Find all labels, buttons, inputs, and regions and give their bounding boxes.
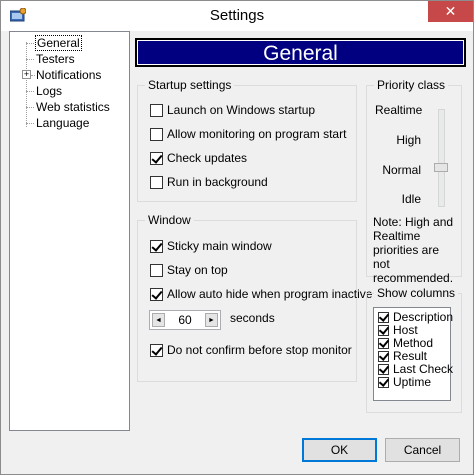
tree-item-label: Language: [36, 116, 90, 130]
checkbox-box[interactable]: [378, 364, 389, 375]
checkbox-label: Sticky main window: [167, 239, 272, 253]
arrow-left-icon: ◄: [155, 317, 162, 324]
checkbox-box[interactable]: [378, 377, 389, 388]
tree-connector: [26, 43, 34, 44]
tree-item-general[interactable]: General: [35, 35, 82, 51]
page-title: General: [263, 42, 338, 65]
page-header: General: [135, 38, 466, 67]
ok-button[interactable]: OK: [302, 438, 377, 462]
checkbox-box[interactable]: [378, 338, 389, 349]
priority-note: Note: High and Realtime priorities are n…: [373, 215, 454, 285]
decrement-button[interactable]: ◄: [152, 313, 165, 327]
group-title: Priority class: [374, 78, 449, 93]
tree-connector: [26, 42, 27, 127]
checkbox-label: Allow monitoring on program start: [167, 127, 347, 141]
priority-normal-label: Normal: [382, 163, 421, 177]
group-title: Show columns: [374, 286, 459, 301]
checkbox-box[interactable]: [150, 240, 163, 253]
checkbox-label: Check updates: [167, 151, 248, 165]
checkbox-box[interactable]: [378, 351, 389, 362]
checkbox-box[interactable]: [150, 128, 163, 141]
window-settings-group: Window Sticky main window Stay on top Al…: [137, 213, 372, 382]
cancel-button[interactable]: Cancel: [385, 438, 460, 462]
priority-slider-thumb[interactable]: [434, 163, 448, 172]
priority-idle-label: Idle: [401, 192, 421, 206]
checkbox-box[interactable]: [150, 176, 163, 189]
close-icon: ✕: [444, 3, 457, 19]
tree-item-label: Web statistics: [36, 100, 110, 114]
columns-list[interactable]: Description Host Method Result Last Chec…: [373, 307, 453, 401]
checkbox-box[interactable]: [150, 288, 163, 301]
increment-button[interactable]: ►: [205, 313, 218, 327]
checkbox-label: Run in background: [167, 175, 268, 189]
tree-item-logs[interactable]: Logs: [36, 84, 62, 99]
seconds-unit-label: seconds: [230, 311, 275, 325]
tree-connector: [31, 75, 35, 76]
tree-item-label: Logs: [36, 84, 63, 98]
checkbox-box[interactable]: [378, 312, 389, 323]
settings-tree[interactable]: + General Testers Notifications Logs Web…: [9, 31, 130, 431]
priority-slider-track[interactable]: [438, 109, 445, 207]
tree-item-label: General: [35, 35, 82, 51]
checkbox-box[interactable]: [378, 325, 389, 336]
startup-settings-group: Startup settings Launch on Windows start…: [137, 78, 357, 202]
tree-item-label: Testers: [36, 52, 75, 66]
checkbox-label: Do not confirm before stop monitor: [167, 343, 352, 357]
group-title: Window: [145, 213, 194, 228]
settings-window: Settings ✕ + General Testers Notificatio…: [0, 0, 474, 475]
window-title: Settings: [209, 7, 265, 24]
checkbox-box[interactable]: [150, 264, 163, 277]
arrow-right-icon: ►: [208, 317, 215, 324]
checkbox-label: Uptime: [393, 375, 432, 389]
tree-connector: [26, 91, 34, 92]
tree-connector: [26, 59, 34, 60]
checkbox-label: Launch on Windows startup: [167, 103, 316, 117]
priority-high-label: High: [396, 133, 421, 147]
title-bar[interactable]: Settings ✕: [1, 1, 473, 31]
tree-item-language[interactable]: Language: [36, 116, 89, 131]
tree-item-notifications[interactable]: Notifications: [36, 68, 101, 83]
checkbox-box[interactable]: [150, 152, 163, 165]
checkbox-box[interactable]: [150, 104, 163, 117]
tree-item-web-statistics[interactable]: Web statistics: [36, 100, 110, 115]
seconds-value[interactable]: 60: [168, 313, 202, 327]
checkbox-box[interactable]: [150, 344, 163, 357]
priority-realtime-label: Realtime: [375, 103, 423, 117]
expand-notifications-icon[interactable]: +: [22, 70, 31, 79]
auto-hide-seconds-stepper[interactable]: ◄ 60 ►: [149, 310, 221, 330]
tree-item-testers[interactable]: Testers: [36, 52, 75, 67]
tree-connector: [26, 107, 34, 108]
tree-connector: [26, 123, 34, 124]
tree-item-label: Notifications: [36, 68, 102, 82]
group-title: Startup settings: [145, 78, 235, 93]
checkbox-label: Stay on top: [167, 263, 228, 277]
close-button[interactable]: ✕: [428, 1, 473, 22]
checkbox-label: Allow auto hide when program inactive: [167, 287, 373, 301]
